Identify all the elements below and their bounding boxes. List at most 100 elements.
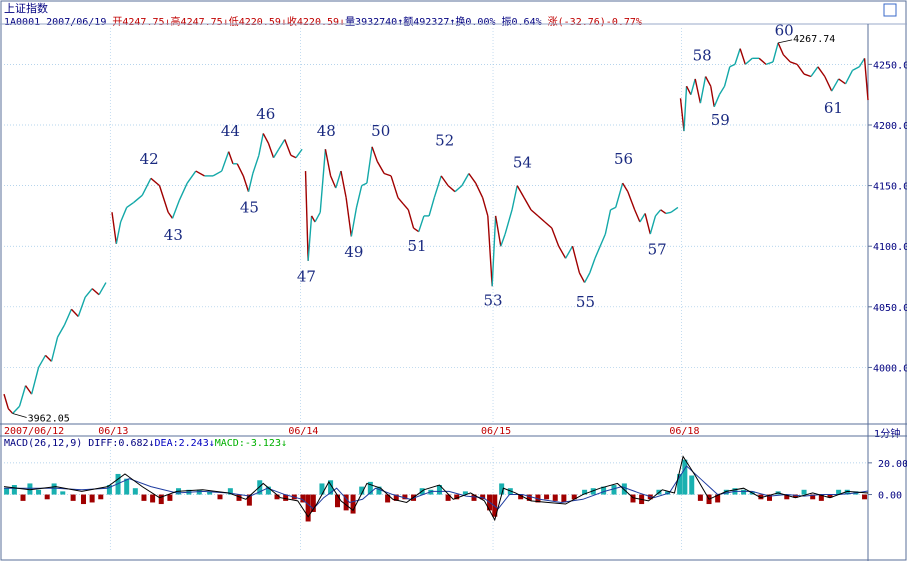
price-line-segment xyxy=(734,48,741,65)
price-tick-label: 4100.0 xyxy=(873,242,907,253)
wave-label: 57 xyxy=(648,241,667,259)
price-line-segment xyxy=(167,211,174,219)
price-line-segment xyxy=(247,173,254,192)
price-tick-label: 4200.0 xyxy=(873,121,907,132)
price-line-segment xyxy=(295,148,303,159)
wave-label: 53 xyxy=(483,292,502,310)
price-line-segment xyxy=(558,245,567,259)
price-tick-label: 4150.0 xyxy=(873,182,907,193)
price-line-segment xyxy=(402,203,409,211)
wave-label: 58 xyxy=(693,47,712,65)
price-line-segment xyxy=(284,139,292,156)
macd-bar-positive xyxy=(741,489,747,495)
price-line-segment xyxy=(56,324,66,338)
price-line-segment xyxy=(433,175,442,198)
wave-label: 46 xyxy=(256,105,275,123)
macd-bar-positive xyxy=(319,483,325,495)
wave-label: 56 xyxy=(614,150,633,168)
price-line-segment xyxy=(685,85,692,95)
price-line-segment xyxy=(350,207,358,237)
macd-bar-negative xyxy=(44,494,50,500)
price-line-segment xyxy=(660,209,667,215)
wave-label: 50 xyxy=(371,122,390,140)
price-line-segment xyxy=(366,146,373,184)
price-line-segment xyxy=(644,213,651,235)
price-line-segment xyxy=(481,197,489,217)
macd-tick-label: 0.00 xyxy=(878,491,902,502)
price-line-segment xyxy=(670,206,679,213)
price-line-segment xyxy=(844,70,854,85)
macd-bar-positive xyxy=(801,489,807,495)
wave-label: 55 xyxy=(576,293,595,311)
price-line-segment xyxy=(461,173,470,186)
price-line-segment xyxy=(571,246,581,274)
macd-bar-negative xyxy=(217,494,223,500)
price-line-segment xyxy=(454,185,463,193)
price-line-segment xyxy=(267,142,275,158)
price-line-segment xyxy=(683,86,688,132)
maximize-icon xyxy=(883,3,897,17)
price-line-segment xyxy=(639,213,646,223)
wave-label: 59 xyxy=(711,111,730,129)
price-line-segment xyxy=(252,155,260,174)
price-line-segment xyxy=(310,215,316,223)
price-line-segment xyxy=(817,66,826,77)
wave-label: 44 xyxy=(221,122,240,140)
price-line-segment xyxy=(544,221,553,229)
price-line-segment xyxy=(530,209,539,217)
price-line-segment xyxy=(589,258,596,274)
wave-label: 49 xyxy=(344,243,363,261)
date-label: 06/13 xyxy=(98,426,128,437)
price-tick-label: 4250.0 xyxy=(873,60,907,71)
price-marker-label: 4267.74 xyxy=(793,34,835,45)
price-line-segment xyxy=(777,42,784,55)
price-line-segment xyxy=(407,209,415,229)
price-line-segment xyxy=(242,175,250,192)
macd-bar-positive xyxy=(689,475,695,495)
price-line-segment xyxy=(634,209,641,223)
price-line-segment xyxy=(227,151,234,165)
price-line-segment xyxy=(765,61,774,66)
dea-line xyxy=(4,465,869,510)
macd-bar-positive xyxy=(51,483,57,495)
macd-bar-positive xyxy=(611,485,617,495)
macd-tick-label: 20.00 xyxy=(878,459,907,470)
price-line-segment xyxy=(627,191,636,211)
wave-label: 45 xyxy=(240,198,259,216)
price-line-segment xyxy=(70,308,79,318)
price-line-segment xyxy=(729,63,736,68)
price-line-segment xyxy=(63,308,73,326)
price-line-segment xyxy=(610,206,617,211)
macd-bar-negative xyxy=(544,494,550,500)
price-line-segment xyxy=(278,139,286,150)
price-line-segment xyxy=(537,215,546,223)
price-line-segment xyxy=(551,227,560,247)
price-line-segment xyxy=(186,170,197,184)
price-line-segment xyxy=(679,98,685,132)
price-line-segment xyxy=(212,170,223,177)
price-line-segment xyxy=(126,201,135,208)
price-line-segment xyxy=(111,212,118,244)
price-line-segment xyxy=(133,194,143,204)
wave-label: 43 xyxy=(164,226,183,244)
price-line-segment xyxy=(810,66,819,77)
price-line-segment xyxy=(178,182,188,201)
price-line-segment xyxy=(494,215,502,247)
macd-bar-negative xyxy=(80,494,86,505)
price-line-segment xyxy=(195,170,205,177)
macd-bar-negative xyxy=(697,494,703,501)
price-line-segment xyxy=(790,61,798,66)
price-line-segment xyxy=(440,175,449,187)
price-line-segment xyxy=(221,151,230,172)
price-line-segment xyxy=(361,182,368,187)
macd-bar-positive xyxy=(132,488,138,495)
price-line-segment xyxy=(115,221,122,244)
price-marker-label: 3962.05 xyxy=(28,413,70,424)
price-line-segment xyxy=(831,78,840,92)
price-line-segment xyxy=(578,272,586,283)
macd-bar-negative xyxy=(561,494,567,503)
price-line-segment xyxy=(824,76,833,92)
price-line-segment xyxy=(119,207,128,223)
price-line-segment xyxy=(371,146,378,162)
price-line-segment xyxy=(447,185,456,193)
